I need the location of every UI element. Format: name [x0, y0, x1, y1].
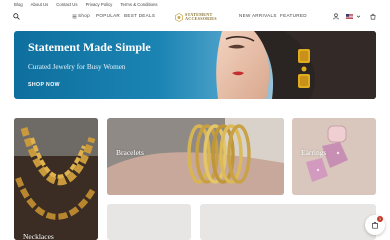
- logo-mark-icon: [175, 12, 183, 22]
- category-label-earrings: Earrings: [301, 148, 327, 157]
- cart-icon[interactable]: [370, 13, 376, 20]
- hero-subtitle: Curated Jewelry for Busy Women: [28, 63, 126, 71]
- chat-button[interactable]: 1: [365, 215, 385, 235]
- category-label-bracelets: Bracelets: [116, 148, 144, 157]
- search-icon[interactable]: [13, 13, 20, 20]
- brand-logo[interactable]: STATEMENT ACCESSORIES: [175, 12, 217, 22]
- chat-icon: [372, 221, 378, 229]
- nav-featured[interactable]: FEATURED: [280, 13, 307, 18]
- flag-icon[interactable]: [346, 14, 353, 19]
- privacy-policy-link[interactable]: Privacy Policy: [86, 2, 113, 7]
- hero-banner[interactable]: Statement Made Simple Curated Jewelry fo…: [14, 31, 376, 99]
- category-label-necklaces: Necklaces: [23, 232, 54, 240]
- shop-now-button[interactable]: SHOP NOW: [28, 82, 60, 88]
- category-tile-bracelets[interactable]: Bracelets: [107, 118, 284, 195]
- chat-badge: 1: [377, 216, 383, 222]
- logo-wordmark: STATEMENT ACCESSORIES: [185, 12, 217, 21]
- nav-best-deals[interactable]: BEST DEALS: [124, 13, 155, 18]
- about-us-link[interactable]: About Us: [31, 2, 49, 7]
- blog-link[interactable]: Blog: [14, 2, 23, 7]
- category-tile-necklaces[interactable]: Necklaces: [14, 118, 98, 240]
- chevron-down-icon[interactable]: [356, 14, 361, 19]
- menu-icon[interactable]: [72, 14, 77, 19]
- hero-model-image: [216, 31, 376, 99]
- terms-link[interactable]: Terms & Conditions: [120, 2, 157, 7]
- category-tile-5[interactable]: [200, 204, 376, 240]
- hero-title: Statement Made Simple: [28, 40, 151, 54]
- nav-new-arrivals[interactable]: NEW ARRIVALS: [239, 13, 277, 18]
- top-utility-bar: Blog About Us Contact Us Privacy Policy …: [0, 0, 390, 8]
- shop-menu[interactable]: Shop: [78, 13, 90, 18]
- main-header: Shop POPULAR BEST DEALS STATEMENT ACCESS…: [0, 9, 390, 25]
- category-tile-4[interactable]: [107, 204, 191, 240]
- logo-line-2: ACCESSORIES: [185, 16, 217, 21]
- category-tile-earrings[interactable]: Earrings: [292, 118, 376, 195]
- nav-popular[interactable]: POPULAR: [96, 13, 120, 18]
- contact-us-link[interactable]: Contact Us: [56, 2, 77, 7]
- necklaces-image: [14, 118, 98, 240]
- user-icon[interactable]: [333, 13, 339, 20]
